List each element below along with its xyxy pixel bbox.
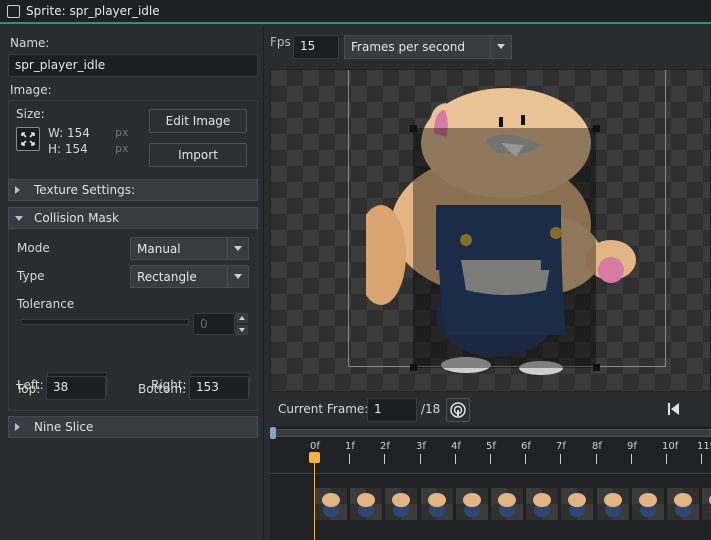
current-frame-input[interactable]: 1: [367, 398, 417, 422]
frame-tick: [666, 454, 667, 464]
frame-tick: [525, 454, 526, 464]
bottom-label: Bottom:: [138, 382, 187, 396]
frame-tick-label: 6f: [521, 441, 531, 452]
frame-thumbnail[interactable]: [350, 488, 382, 520]
nine-slice-header[interactable]: Nine Slice: [8, 416, 258, 438]
frame-thumbnail[interactable]: [632, 488, 664, 520]
window-titlebar: Sprite: spr_player_idle: [0, 0, 711, 24]
collision-mask-label: Collision Mask: [34, 211, 119, 225]
frame-tick: [420, 454, 421, 464]
chevron-down-icon: [227, 238, 248, 259]
width-value: W: 154: [48, 126, 90, 140]
frame-thumbnail[interactable]: [421, 488, 453, 520]
frame-thumbnail[interactable]: [667, 488, 699, 520]
properties-panel: Name: spr_player_idle Image: Size: W: 15…: [0, 26, 264, 540]
current-frame-label: Current Frame:: [278, 402, 369, 416]
expand-arrow-icon: [15, 423, 20, 431]
top-label: Top:: [16, 382, 41, 396]
tolerance-spinner[interactable]: [236, 313, 248, 335]
frame-tick-label: 10f: [662, 441, 679, 452]
collapse-arrow-icon: [15, 216, 23, 221]
import-button[interactable]: Import: [149, 143, 247, 167]
mask-handle-bl[interactable]: [410, 364, 417, 371]
sprite-name-input[interactable]: spr_player_idle: [8, 54, 258, 77]
frame-tick: [384, 454, 385, 464]
mode-dropdown[interactable]: Manual: [130, 237, 249, 260]
size-label: Size:: [16, 107, 45, 121]
image-label: Image:: [10, 83, 52, 97]
resize-arrows-icon[interactable]: [16, 127, 40, 151]
total-frames: /18: [421, 402, 441, 416]
bottom-input[interactable]: 153: [189, 376, 249, 400]
fps-mode-value: Frames per second: [351, 40, 465, 54]
type-label: Type: [17, 269, 45, 283]
frame-thumbnail[interactable]: [385, 488, 417, 520]
top-input[interactable]: 38: [46, 376, 106, 400]
frame-tick-label: 9f: [627, 441, 637, 452]
frame-tick-label: 8f: [592, 441, 602, 452]
timeline[interactable]: 0f 1f 2f 3f 4f 5f 6f 7f 8f 9f 10f 11f: [270, 426, 711, 540]
type-value: Rectangle: [137, 270, 197, 284]
fps-mode-dropdown[interactable]: Frames per second: [344, 35, 512, 59]
chevron-down-icon: [490, 36, 511, 58]
frame-thumbnail[interactable]: [597, 488, 629, 520]
skip-to-start-icon[interactable]: [666, 401, 682, 417]
texture-settings-label: Texture Settings:: [34, 183, 136, 197]
tolerance-input[interactable]: 0: [193, 313, 235, 335]
collision-mask-rect[interactable]: [413, 128, 596, 368]
mask-handle-tr[interactable]: [593, 125, 600, 132]
tolerance-label: Tolerance: [17, 297, 75, 311]
nine-slice-label: Nine Slice: [34, 420, 94, 434]
expand-arrow-icon: [15, 186, 20, 194]
frame-tick-label: 5f: [486, 441, 496, 452]
mask-handle-tl[interactable]: [410, 125, 417, 132]
timeline-scroll-thumb[interactable]: [270, 427, 276, 439]
frame-tick-label: 11f: [697, 441, 711, 452]
timeline-divider: [270, 473, 711, 474]
mask-handle-br[interactable]: [593, 364, 600, 371]
mode-value: Manual: [137, 242, 181, 256]
height-unit: px: [115, 142, 129, 155]
sprite-icon: [7, 5, 20, 18]
frame-thumbnail[interactable]: [456, 488, 488, 520]
frame-thumbnail[interactable]: [561, 488, 593, 520]
frame-tick-label: 2f: [380, 441, 390, 452]
window-title: Sprite: spr_player_idle: [26, 4, 160, 18]
frame-thumbnail[interactable]: [526, 488, 558, 520]
frame-thumbnail[interactable]: [702, 488, 711, 520]
frame-tick: [455, 454, 456, 464]
frame-tick: [560, 454, 561, 464]
frame-tick: [596, 454, 597, 464]
chevron-down-icon: [227, 266, 248, 287]
frame-tick: [631, 454, 632, 464]
mode-label: Mode: [17, 241, 50, 255]
playhead-handle[interactable]: [309, 452, 320, 463]
tolerance-slider[interactable]: [21, 319, 189, 325]
frame-tick-label: 0f: [310, 441, 320, 452]
onion-skin-icon[interactable]: [446, 398, 470, 422]
frame-thumbnail[interactable]: [491, 488, 523, 520]
frame-tick-label: 4f: [451, 441, 461, 452]
collision-mask-header[interactable]: Collision Mask: [8, 207, 258, 229]
type-dropdown[interactable]: Rectangle: [130, 265, 249, 288]
frame-tick-label: 7f: [556, 441, 566, 452]
frame-tick-label: 3f: [416, 441, 426, 452]
sprite-canvas[interactable]: [270, 69, 711, 392]
fps-input[interactable]: 15: [293, 35, 339, 59]
edit-image-button[interactable]: Edit Image: [149, 109, 247, 133]
frame-tick: [349, 454, 350, 464]
width-unit: px: [115, 126, 129, 139]
height-value: H: 154: [48, 142, 88, 156]
name-label: Name:: [10, 36, 50, 50]
frame-tick-label: 1f: [345, 441, 355, 452]
frame-tick: [701, 454, 702, 464]
frame-thumbnail[interactable]: [315, 488, 347, 520]
frame-tick: [490, 454, 491, 464]
timeline-scrollbar[interactable]: [270, 429, 711, 437]
fps-label: Fps: [270, 35, 291, 49]
texture-settings-header[interactable]: Texture Settings:: [8, 179, 258, 201]
